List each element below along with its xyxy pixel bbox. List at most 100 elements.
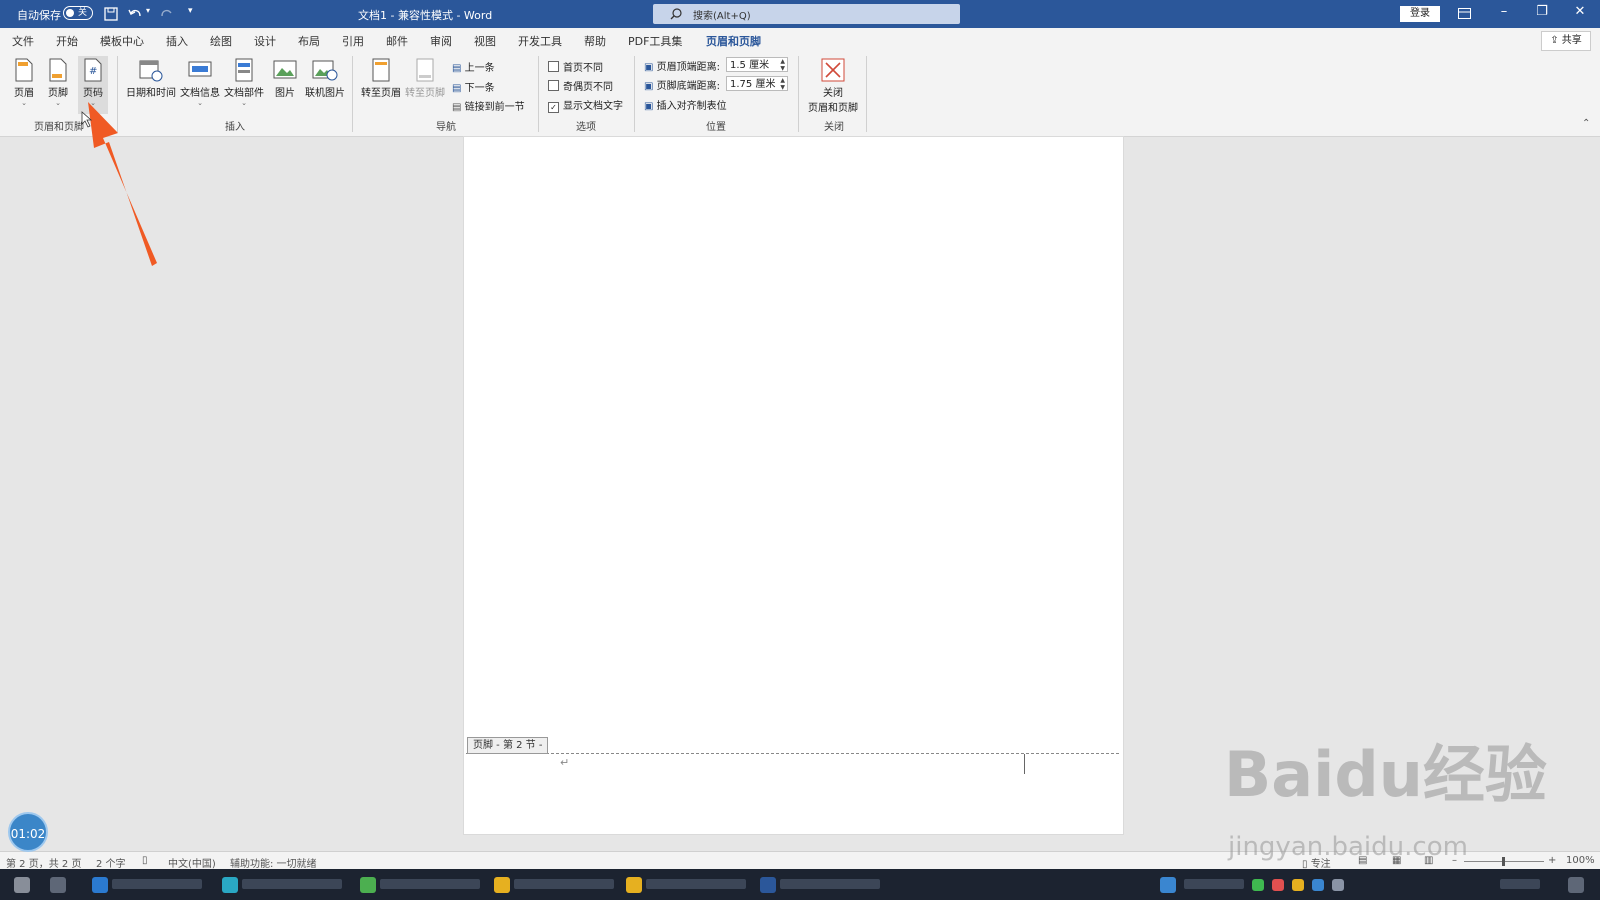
- chevron-down-icon: ⌄: [241, 99, 247, 107]
- taskbar-app-title: [242, 879, 342, 889]
- taskbar-app-title: [646, 879, 746, 889]
- close-header-footer-button[interactable]: 关闭 页眉和页脚: [806, 58, 860, 114]
- chevron-down-icon: ⌄: [55, 99, 61, 107]
- date-time-button[interactable]: 日期和时间: [126, 58, 176, 99]
- tab-view[interactable]: 视图: [474, 33, 496, 49]
- close-window-icon[interactable]: ✕: [1568, 4, 1592, 19]
- ribbon-display-options-icon[interactable]: [1458, 8, 1471, 19]
- redo-icon[interactable]: [160, 7, 174, 21]
- quick-parts-label: 文档部件: [224, 88, 264, 99]
- taskbar: [0, 869, 1600, 900]
- text-cursor: [1024, 754, 1025, 774]
- search-box[interactable]: 搜索(Alt+Q): [653, 4, 960, 24]
- insert-alignment-tab-button[interactable]: ▣ 插入对齐制表位: [644, 97, 727, 112]
- language-status[interactable]: 中文(中国): [168, 855, 216, 870]
- accessibility-status[interactable]: 辅助功能: 一切就绪: [230, 855, 317, 870]
- spin-arrows-icon[interactable]: ▲ ▼: [780, 58, 785, 72]
- tab-insert[interactable]: 插入: [166, 33, 188, 49]
- zoom-slider-thumb[interactable]: [1502, 857, 1505, 866]
- taskbar-app-title: [112, 879, 202, 889]
- minimize-icon[interactable]: –: [1492, 4, 1516, 19]
- autosave-toggle[interactable]: 关: [63, 6, 93, 20]
- header-top-distance-stepper[interactable]: 1.5 厘米 ▲ ▼: [726, 57, 788, 72]
- collapse-ribbon-icon[interactable]: ⌃: [1582, 118, 1590, 129]
- taskbar-app-icon[interactable]: [760, 877, 776, 893]
- notification-icon[interactable]: [1568, 877, 1584, 893]
- picture-button[interactable]: 图片: [272, 58, 298, 99]
- footer-bottom-distance-label-row: ▣ 页脚底端距离:: [644, 77, 720, 92]
- taskbar-app-icon[interactable]: [626, 877, 642, 893]
- group-separator: [352, 56, 353, 132]
- tab-template-center[interactable]: 模板中心: [100, 33, 144, 49]
- calendar-icon: [139, 60, 163, 82]
- undo-dropdown-icon[interactable]: ▾: [146, 6, 150, 15]
- tab-mailings[interactable]: 邮件: [386, 33, 408, 49]
- goto-footer-button[interactable]: 转至页脚: [404, 58, 446, 99]
- zoom-level[interactable]: 100%: [1566, 855, 1595, 866]
- tab-draw[interactable]: 绘图: [210, 33, 232, 49]
- tab-file[interactable]: 文件: [12, 33, 34, 49]
- header-top-distance-label: 页眉顶端距离:: [656, 62, 721, 73]
- doc-info-button[interactable]: 文档信息 ⌄: [180, 58, 220, 107]
- undo-icon[interactable]: [128, 7, 142, 21]
- share-button[interactable]: ⇪ 共享: [1541, 31, 1591, 51]
- taskbar-app-icon[interactable]: [360, 877, 376, 893]
- tray-icon[interactable]: [1292, 879, 1304, 891]
- show-document-text-checkbox[interactable]: ✓ 显示文档文字: [548, 97, 623, 113]
- tab-references[interactable]: 引用: [342, 33, 364, 49]
- tray-icon[interactable]: [1272, 879, 1284, 891]
- tray-icon[interactable]: [1160, 877, 1176, 893]
- zoom-in-icon[interactable]: +: [1548, 855, 1556, 866]
- tab-header-footer[interactable]: 页眉和页脚: [706, 33, 761, 54]
- restore-icon[interactable]: ❐: [1530, 4, 1554, 19]
- page-number-button[interactable]: # 页码 ⌄: [78, 56, 108, 114]
- spin-arrows-icon[interactable]: ▲ ▼: [780, 77, 785, 91]
- goto-header-button[interactable]: 转至页眉: [360, 58, 402, 99]
- tab-review[interactable]: 审阅: [430, 33, 452, 49]
- clock-text: [1500, 879, 1540, 889]
- tab-design[interactable]: 设计: [254, 33, 276, 49]
- word-count-status[interactable]: 2 个字: [96, 855, 126, 870]
- tab-home[interactable]: 开始: [56, 33, 78, 49]
- start-icon[interactable]: [14, 877, 30, 893]
- share-label: 共享: [1561, 35, 1582, 46]
- taskbar-app-icon[interactable]: [494, 877, 510, 893]
- header-button[interactable]: 页眉 ⌄: [10, 58, 38, 107]
- tab-help[interactable]: 帮助: [584, 33, 606, 49]
- online-picture-button[interactable]: 联机图片: [304, 58, 346, 99]
- taskbar-app-icon[interactable]: [50, 877, 66, 893]
- tab-layout[interactable]: 布局: [298, 33, 320, 49]
- insert-alignment-tab-label: 插入对齐制表位: [656, 101, 727, 112]
- tray-icon[interactable]: [1252, 879, 1264, 891]
- goto-footer-icon: [416, 58, 434, 82]
- quick-parts-button[interactable]: 文档部件 ⌄: [224, 58, 264, 107]
- save-icon[interactable]: [104, 7, 118, 21]
- footer-bottom-distance-stepper[interactable]: 1.75 厘米 ▲ ▼: [726, 76, 788, 91]
- taskbar-app-title: [380, 879, 480, 889]
- customize-qat-icon[interactable]: ▾: [188, 6, 193, 16]
- next-button[interactable]: ▤ 下一条: [452, 79, 495, 94]
- footer-button[interactable]: 页脚 ⌄: [44, 58, 72, 107]
- page-count-status[interactable]: 第 2 页，共 2 页: [6, 855, 81, 870]
- checkmark-icon: ✓: [548, 102, 559, 113]
- tab-developer[interactable]: 开发工具: [518, 33, 562, 49]
- taskbar-app-icon[interactable]: [222, 877, 238, 893]
- proofing-icon[interactable]: ▯: [142, 855, 148, 866]
- doc-info-label: 文档信息: [180, 88, 220, 99]
- tab-pdf-tools[interactable]: PDF工具集: [628, 33, 682, 49]
- tray-icon[interactable]: [1332, 879, 1344, 891]
- taskbar-app-icon[interactable]: [92, 877, 108, 893]
- header-icon: [15, 58, 33, 82]
- document-page[interactable]: [463, 136, 1124, 835]
- zoom-slider[interactable]: [1464, 857, 1544, 866]
- link-icon: ▤: [452, 102, 465, 113]
- first-page-different-checkbox[interactable]: 首页不同: [548, 59, 603, 74]
- tray-icon[interactable]: [1312, 879, 1324, 891]
- login-button[interactable]: 登录: [1400, 6, 1440, 22]
- link-previous-button[interactable]: ▤ 链接到前一节: [452, 98, 525, 113]
- next-label: 下一条: [464, 83, 495, 94]
- odd-even-different-checkbox[interactable]: 奇偶页不同: [548, 78, 613, 93]
- group-separator: [866, 56, 867, 132]
- previous-button[interactable]: ▤ 上一条: [452, 59, 495, 74]
- chevron-down-icon: ⌄: [21, 99, 27, 107]
